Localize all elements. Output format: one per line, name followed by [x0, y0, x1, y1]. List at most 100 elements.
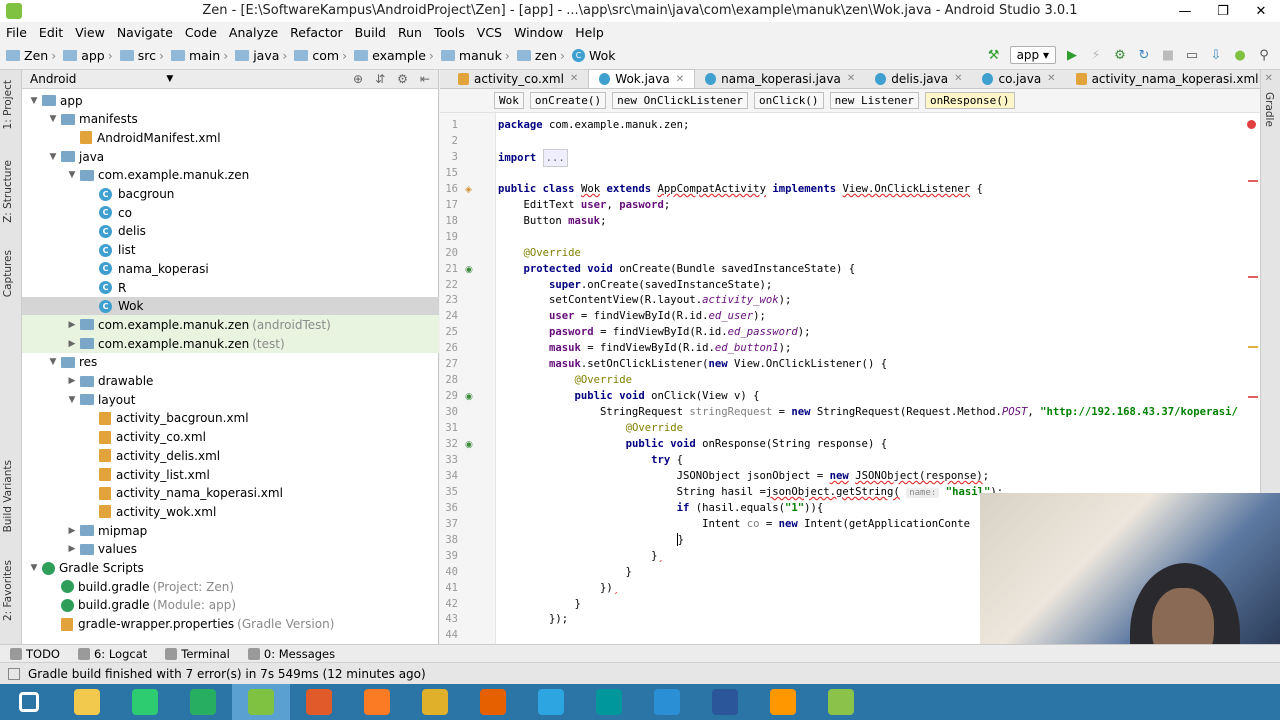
code-crumb[interactable]: new Listener — [829, 92, 920, 109]
code-line[interactable]: package com.example.manuk.zen; — [498, 117, 689, 133]
collapse-icon[interactable]: ⇵ — [375, 72, 385, 86]
code-line[interactable]: @Override — [498, 245, 581, 261]
code-crumb[interactable]: onResponse() — [925, 92, 1015, 109]
status-toggle-icon[interactable] — [8, 667, 20, 680]
close-icon[interactable]: ✕ — [1047, 73, 1055, 84]
menu-code[interactable]: Code — [179, 25, 223, 40]
menu-refactor[interactable]: Refactor — [284, 25, 348, 40]
tree-item[interactable]: ▼ java — [22, 147, 439, 166]
chevron-down-icon[interactable]: ▼ — [28, 563, 40, 573]
code-line[interactable]: import ... — [498, 148, 568, 167]
tree-item[interactable]: Cdelis — [22, 222, 439, 241]
code-crumb[interactable]: Wok — [494, 92, 524, 109]
code-line[interactable]: user = findViewById(R.id.ed_user); — [498, 308, 766, 324]
menu-file[interactable]: File — [0, 25, 33, 40]
close-icon[interactable]: ✕ — [847, 73, 855, 84]
tree-item[interactable]: ▶ com.example.manuk.zen (test) — [22, 334, 439, 354]
tree-item[interactable]: Cco — [22, 203, 439, 222]
tree-item[interactable]: activity_bacgroun.xml — [22, 409, 439, 428]
chevron-right-icon[interactable]: ▶ — [66, 320, 78, 330]
menu-run[interactable]: Run — [392, 25, 428, 40]
tool-tab-captures[interactable]: Captures — [2, 250, 14, 297]
editor-tab[interactable]: delis.java ✕ — [865, 69, 972, 88]
menu-view[interactable]: View — [69, 25, 111, 40]
taskbar-firefox[interactable] — [464, 684, 522, 720]
implement-icon[interactable]: ◈ — [465, 185, 477, 195]
sdk-manager-icon[interactable]: ⇩ — [1208, 47, 1224, 63]
code-line[interactable]: super.onCreate(savedInstanceState); — [498, 277, 772, 293]
error-indicator-icon[interactable] — [1247, 120, 1256, 129]
taskbar-vscode[interactable] — [638, 684, 696, 720]
menu-help[interactable]: Help — [569, 25, 610, 40]
chevron-down-icon[interactable]: ▼ — [66, 395, 78, 405]
status-message[interactable]: Gradle build finished with 7 error(s) in… — [28, 667, 426, 681]
code-line[interactable]: @Override — [498, 420, 683, 436]
editor-tab[interactable]: activity_co.xml ✕ — [448, 69, 588, 88]
tree-item[interactable]: ▼ manifests — [22, 110, 439, 129]
code-line[interactable]: masuk.setOnClickListener(new View.OnClic… — [498, 356, 887, 372]
tree-item[interactable]: ▶ drawable — [22, 372, 439, 391]
editor-tab[interactable]: co.java ✕ — [972, 69, 1065, 88]
code-line[interactable]: EditText user, pasword; — [498, 197, 671, 213]
run-icon[interactable]: ▶ — [1064, 47, 1080, 63]
menu-navigate[interactable]: Navigate — [111, 25, 179, 40]
avd-manager-icon[interactable]: ▭ — [1184, 47, 1200, 63]
code-line[interactable]: masuk = findViewById(R.id.ed_button1); — [498, 340, 791, 356]
maximize-button[interactable]: ❐ — [1204, 0, 1242, 22]
chevron-down-icon[interactable]: ▼ — [66, 170, 78, 180]
close-icon[interactable]: ✕ — [676, 74, 684, 85]
make-project-icon[interactable]: ⚒ — [986, 47, 1002, 63]
code-line[interactable]: Button masuk; — [498, 213, 607, 229]
override-icon[interactable]: ◉ — [465, 392, 477, 402]
menu-analyze[interactable]: Analyze — [223, 25, 284, 40]
nav-crumb-wok[interactable]: C Wok — [572, 48, 616, 63]
chevron-down-icon[interactable]: ▼ — [47, 152, 59, 162]
debug-icon[interactable]: ⚡ — [1088, 47, 1104, 63]
code-line[interactable]: JSONObject jsonObject = new JSONObject(r… — [498, 468, 990, 484]
code-crumb[interactable]: onCreate() — [529, 92, 607, 109]
code-line[interactable]: pasword = findViewById(R.id.ed_password)… — [498, 324, 811, 340]
tree-item[interactable]: ▼ layout — [22, 390, 439, 409]
taskbar-telegram[interactable] — [522, 684, 580, 720]
tree-item[interactable]: ▼ app — [22, 91, 439, 110]
editor-tab[interactable]: activity_nama_koperasi.xml ✕ — [1066, 69, 1280, 88]
tree-item[interactable]: Cbacgroun — [22, 185, 439, 204]
stop-icon[interactable]: ■ — [1160, 47, 1176, 63]
hide-icon[interactable]: ⇤ — [420, 72, 430, 86]
override-icon[interactable]: ◉ — [465, 440, 477, 450]
code-line[interactable]: } — [498, 564, 632, 580]
menu-vcs[interactable]: VCS — [471, 25, 508, 40]
nav-crumb-zen[interactable]: Zen › — [6, 48, 59, 63]
menu-tools[interactable]: Tools — [428, 25, 471, 40]
taskbar-xampp[interactable] — [348, 684, 406, 720]
tree-item[interactable]: ▶ com.example.manuk.zen (androidTest) — [22, 315, 439, 335]
tool-tab-build-variants[interactable]: Build Variants — [2, 460, 14, 532]
nav-crumb-example[interactable]: example › — [354, 48, 437, 63]
taskbar-notepad[interactable] — [812, 684, 870, 720]
code-line[interactable]: @Override — [498, 372, 632, 388]
tree-item[interactable]: activity_wok.xml — [22, 502, 439, 521]
code-line[interactable]: protected void onCreate(Bundle savedInst… — [498, 261, 856, 277]
code-line[interactable]: }); — [498, 611, 568, 627]
tree-item[interactable]: C Wok — [22, 296, 439, 316]
tree-item[interactable]: ▼ res — [22, 353, 439, 372]
gear-icon[interactable]: ⚙ — [397, 72, 408, 86]
code-line[interactable]: }ˏ — [498, 548, 664, 564]
android-icon[interactable]: ● — [1232, 47, 1248, 63]
code-line[interactable]: if (hasil.equals("1")){ — [498, 500, 824, 516]
taskbar-arduino[interactable] — [580, 684, 638, 720]
bottom-tool-todo[interactable]: TODO — [10, 647, 60, 661]
code-crumb[interactable]: new OnClickListener — [612, 92, 748, 109]
chevron-right-icon[interactable]: ▶ — [66, 544, 78, 554]
tree-item[interactable]: Clist — [22, 241, 439, 260]
tree-item[interactable]: ▶ mipmap — [22, 521, 439, 540]
nav-crumb-manuk[interactable]: manuk › — [440, 48, 513, 63]
code-line[interactable]: try { — [498, 452, 683, 468]
code-line[interactable]: StringRequest stringRequest = new String… — [498, 404, 1238, 420]
taskbar-sublime[interactable] — [754, 684, 812, 720]
tree-item[interactable]: activity_nama_koperasi.xml — [22, 484, 439, 503]
code-line[interactable]: })ˏ — [498, 580, 619, 596]
error-stripe[interactable] — [1248, 276, 1258, 278]
bottom-tool-6-logcat[interactable]: 6: Logcat — [77, 647, 147, 661]
taskbar-matlab[interactable] — [290, 684, 348, 720]
